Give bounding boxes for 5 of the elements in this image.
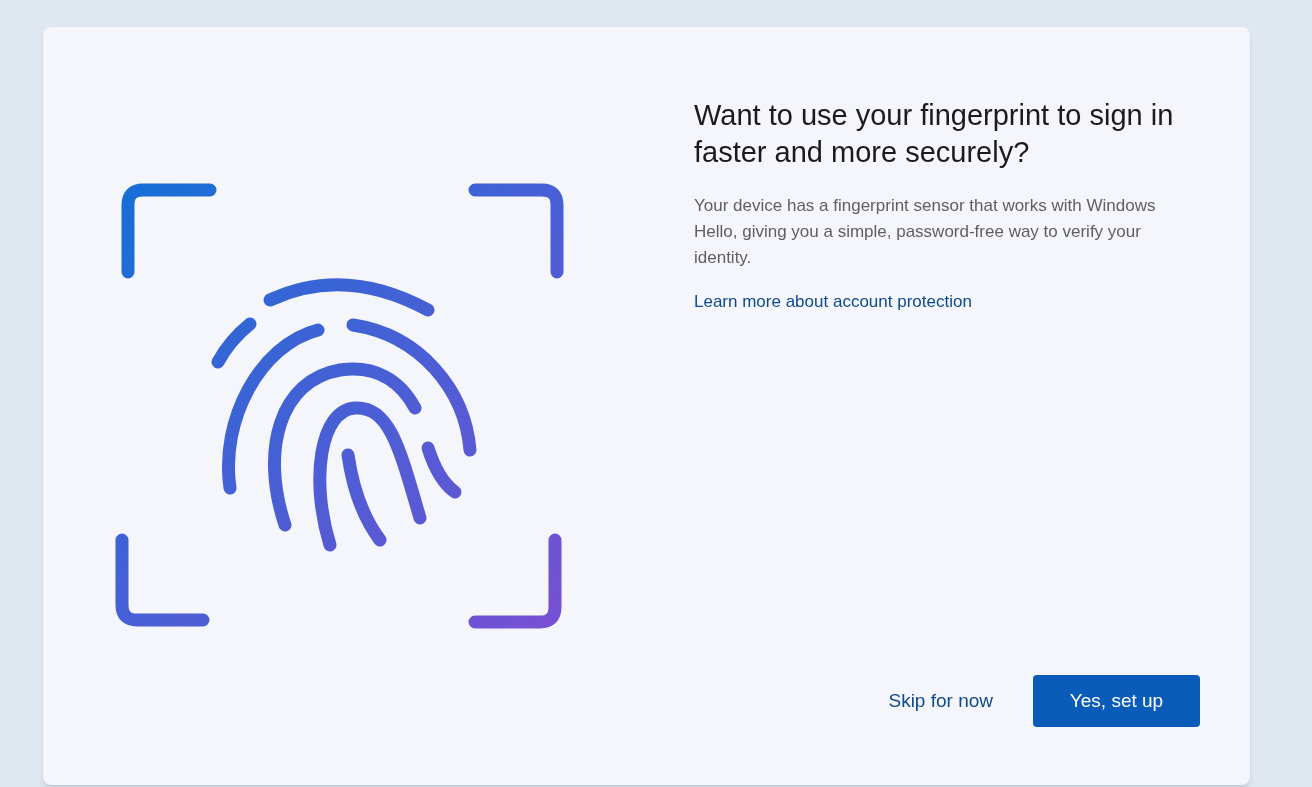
dialog-title: Want to use your fingerprint to sign in faster and more securely? bbox=[694, 98, 1175, 170]
description-text: Your device has a fingerprint sensor that works with Windows Hello, giving you a simple, password-free way to verify your identity. bbox=[694, 195, 1157, 269]
skip-button[interactable]: Skip for now bbox=[884, 675, 997, 727]
set-up-button[interactable]: Yes, set up bbox=[1033, 675, 1200, 727]
learn-more-link[interactable]: Learn more about account protection bbox=[694, 289, 972, 315]
